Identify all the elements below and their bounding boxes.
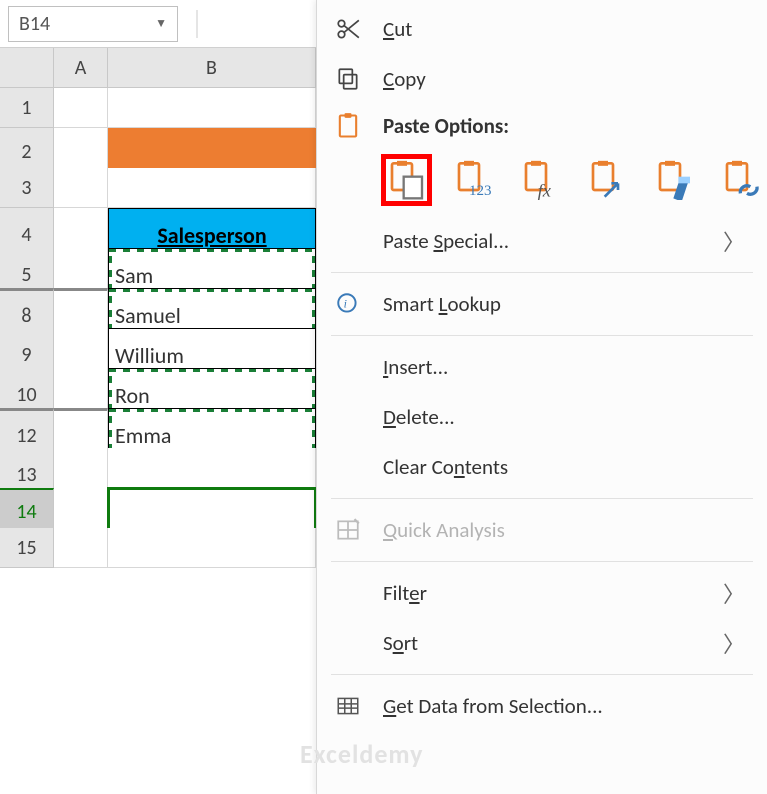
blank-icon — [331, 450, 365, 484]
chevron-right-icon: 〉 — [723, 577, 745, 609]
paste-option-transpose[interactable] — [582, 154, 633, 206]
paste-option-paste[interactable] — [381, 154, 432, 206]
context-menu: Cut Copy Paste Options: — [316, 0, 767, 794]
paste-option-formulas[interactable]: fx — [515, 154, 566, 206]
select-all-corner[interactable] — [0, 48, 54, 88]
menu-copy[interactable]: Copy — [317, 54, 767, 104]
clipboard-icon — [331, 109, 365, 143]
menu-label: Insert... — [383, 354, 745, 380]
blank-icon — [331, 576, 365, 610]
quick-analysis-icon — [331, 513, 365, 547]
svg-text:123: 123 — [469, 183, 492, 199]
menu-label: Delete... — [383, 404, 745, 430]
menu-sort[interactable]: Sort 〉 — [317, 618, 767, 668]
menu-label: Copy — [383, 66, 745, 92]
cell[interactable] — [54, 168, 108, 208]
menu-quick-analysis: Quick Analysis — [317, 505, 767, 555]
col-header-a[interactable]: A — [54, 48, 108, 88]
menu-label: Paste Options: — [383, 113, 745, 139]
svg-text:i: i — [344, 296, 347, 310]
menu-delete[interactable]: Delete... — [317, 392, 767, 442]
menu-label: Clear Contents — [383, 454, 745, 480]
menu-label: Paste Special... — [383, 228, 705, 254]
chevron-right-icon: 〉 — [723, 627, 745, 659]
cell[interactable] — [54, 528, 108, 568]
menu-label: Get Data from Selection... — [383, 693, 745, 719]
table-icon — [331, 689, 365, 723]
copy-icon — [331, 62, 365, 96]
formula-bar-buttons — [190, 10, 204, 38]
chevron-down-icon[interactable]: ▼ — [155, 16, 167, 31]
menu-label: Filter — [383, 580, 705, 606]
paste-options-row: 123 fx — [317, 148, 767, 216]
menu-paste-special[interactable]: Paste Special... 〉 — [317, 216, 767, 266]
name-box[interactable]: B14 ▼ — [8, 6, 178, 42]
chevron-right-icon: 〉 — [723, 225, 745, 257]
paste-option-formatting[interactable] — [649, 154, 700, 206]
menu-insert[interactable]: Insert... — [317, 342, 767, 392]
menu-get-data[interactable]: Get Data from Selection... — [317, 681, 767, 731]
paste-option-values[interactable]: 123 — [448, 154, 499, 206]
scissors-icon — [331, 12, 365, 46]
menu-paste-options-header: Paste Options: — [317, 104, 767, 148]
blank-icon — [331, 626, 365, 660]
menu-filter[interactable]: Filter 〉 — [317, 568, 767, 618]
row-header[interactable]: 15 — [0, 528, 54, 568]
cell[interactable] — [54, 88, 108, 128]
menu-label: Sort — [383, 630, 705, 656]
cell[interactable] — [108, 168, 316, 208]
row-header[interactable]: 1 — [0, 88, 54, 128]
name-box-value: B14 — [19, 12, 50, 36]
menu-cut[interactable]: Cut — [317, 4, 767, 54]
menu-label: Cut — [383, 16, 745, 42]
menu-smart-lookup[interactable]: i Smart Lookup — [317, 279, 767, 329]
menu-label: Smart Lookup — [383, 291, 745, 317]
blank-icon — [331, 400, 365, 434]
smart-lookup-icon: i — [331, 287, 365, 321]
menu-clear-contents[interactable]: Clear Contents — [317, 442, 767, 492]
blank-icon — [331, 350, 365, 384]
blank-icon — [331, 224, 365, 258]
col-header-b[interactable]: B — [108, 48, 316, 88]
cell[interactable] — [108, 528, 316, 568]
menu-label: Quick Analysis — [383, 517, 745, 543]
svg-text:fx: fx — [537, 181, 550, 200]
cell[interactable] — [108, 88, 316, 128]
row-header[interactable]: 3 — [0, 168, 54, 208]
paste-option-link[interactable] — [716, 154, 767, 206]
